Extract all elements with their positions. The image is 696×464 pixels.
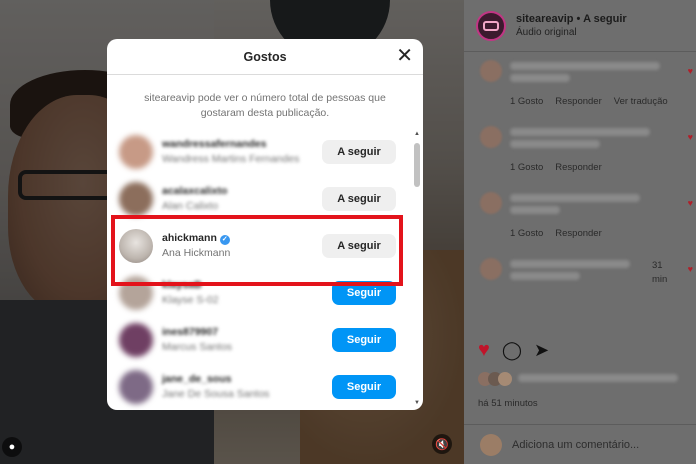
comment-text-blurred xyxy=(510,272,580,280)
reply-link[interactable]: Responder xyxy=(555,228,601,239)
comment-item: 1 Gosto Responder Ver tradução ♥ xyxy=(480,60,693,112)
follow-button[interactable]: Seguir xyxy=(332,328,396,352)
liker-row: wandressafernandes Wandress Martins Fern… xyxy=(107,129,412,176)
header-line: siteareavip • A seguir xyxy=(516,13,627,25)
like-heart-icon[interactable]: ♥ xyxy=(478,340,490,360)
likes-count[interactable]: 1 Gosto xyxy=(510,162,543,173)
follow-state[interactable]: A seguir xyxy=(583,13,627,25)
post-side-panel: siteareavip • A seguir Áudio original 1 … xyxy=(464,0,696,464)
separator: • xyxy=(576,13,581,25)
liker-fullname: Klayse S-02 xyxy=(162,294,219,306)
comment-min-unit: min xyxy=(652,274,668,285)
comment-bar: Adiciona um comentário... xyxy=(464,424,696,464)
liker-username[interactable]: acalaxcalixto xyxy=(162,185,227,197)
liker-avatar[interactable] xyxy=(119,323,153,357)
comment-text-blurred xyxy=(510,140,600,148)
post-time: há 51 minutos xyxy=(478,398,538,409)
modal-header: Gostos ✕ xyxy=(107,39,423,75)
comment-text-blurred xyxy=(510,194,640,202)
liker-fullname: Marcus Santos xyxy=(162,341,233,353)
likes-count[interactable]: 1 Gosto xyxy=(510,228,543,239)
modal-title: Gostos xyxy=(243,49,287,64)
comment-meta: 1 Gosto Responder Ver tradução xyxy=(510,96,680,107)
liker-avatar[interactable] xyxy=(119,370,153,404)
comment-text-blurred xyxy=(510,128,650,136)
commenter-avatar[interactable] xyxy=(480,126,502,148)
comment-text-blurred xyxy=(510,260,630,268)
scroll-thumb[interactable] xyxy=(414,143,420,187)
liker-avatar[interactable] xyxy=(119,182,153,216)
highlight-box xyxy=(111,215,403,286)
comment-item: 1 Gosto Responder ♥ xyxy=(480,192,693,242)
comment-minutes: 31 xyxy=(652,260,663,271)
modal-scrollbar[interactable]: ▲ ▼ xyxy=(413,131,421,406)
scroll-up-icon[interactable]: ▲ xyxy=(414,131,420,137)
scroll-down-icon[interactable]: ▼ xyxy=(414,400,420,406)
liker-username[interactable]: jane_de_sous xyxy=(162,373,231,385)
mute-icon[interactable]: 🔇 xyxy=(432,434,452,454)
comment-like-icon[interactable]: ♥ xyxy=(688,132,693,142)
liker-avatar xyxy=(498,372,512,386)
liker-username[interactable]: wandressafernandes xyxy=(162,138,266,150)
comment-text-blurred xyxy=(510,74,570,82)
translate-link[interactable]: Ver tradução xyxy=(614,96,668,107)
comment-text-blurred xyxy=(510,62,660,70)
following-button[interactable]: A seguir xyxy=(322,187,396,211)
comment-input[interactable]: Adiciona um comentário... xyxy=(512,439,639,451)
liker-row: jane_de_sous Jane De Sousa Santos Seguir xyxy=(107,364,412,410)
comment-like-icon[interactable]: ♥ xyxy=(688,198,693,208)
user-tag-icon[interactable]: ● xyxy=(2,437,22,457)
comment-item: 1 Gosto Responder ♥ xyxy=(480,126,693,176)
tv-logo-icon xyxy=(483,20,499,31)
share-icon[interactable]: ➤ xyxy=(534,340,549,360)
account-name[interactable]: siteareavip xyxy=(516,13,573,25)
liker-fullname: Jane De Sousa Santos xyxy=(162,388,270,400)
liker-avatar[interactable] xyxy=(119,135,153,169)
commenter-avatar[interactable] xyxy=(480,192,502,214)
liker-fullname: Wandress Martins Fernandes xyxy=(162,153,300,165)
account-avatar[interactable] xyxy=(476,10,506,41)
commenter-avatar[interactable] xyxy=(480,258,502,280)
audio-label[interactable]: Áudio original xyxy=(516,27,627,38)
post-actions: ♥ ◯ ➤ xyxy=(478,340,549,360)
comment-like-icon[interactable]: ♥ xyxy=(688,264,693,274)
liker-row: ines879907 Marcus Santos Seguir xyxy=(107,317,412,364)
reply-link[interactable]: Responder xyxy=(555,96,601,107)
comment-icon[interactable]: ◯ xyxy=(502,340,522,360)
close-icon[interactable]: ✕ xyxy=(396,45,413,67)
reply-link[interactable]: Responder xyxy=(555,162,601,173)
follow-button[interactable]: Seguir xyxy=(332,375,396,399)
comment-item: 31 min ♥ xyxy=(480,258,693,308)
likes-count[interactable]: 1 Gosto xyxy=(510,96,543,107)
commenter-avatar[interactable] xyxy=(480,60,502,82)
following-button[interactable]: A seguir xyxy=(322,140,396,164)
comment-meta: 1 Gosto Responder xyxy=(510,162,614,173)
comment-like-icon[interactable]: ♥ xyxy=(688,66,693,76)
liker-username[interactable]: ines879907 xyxy=(162,326,218,338)
comment-text-blurred xyxy=(510,206,560,214)
likes-summary[interactable] xyxy=(478,370,688,392)
liker-fullname: Alan Calixto xyxy=(162,200,219,212)
likes-text-blurred xyxy=(518,374,678,382)
my-avatar xyxy=(480,433,502,456)
comment-meta: 1 Gosto Responder xyxy=(510,228,614,239)
post-header: siteareavip • A seguir Áudio original xyxy=(464,0,696,52)
